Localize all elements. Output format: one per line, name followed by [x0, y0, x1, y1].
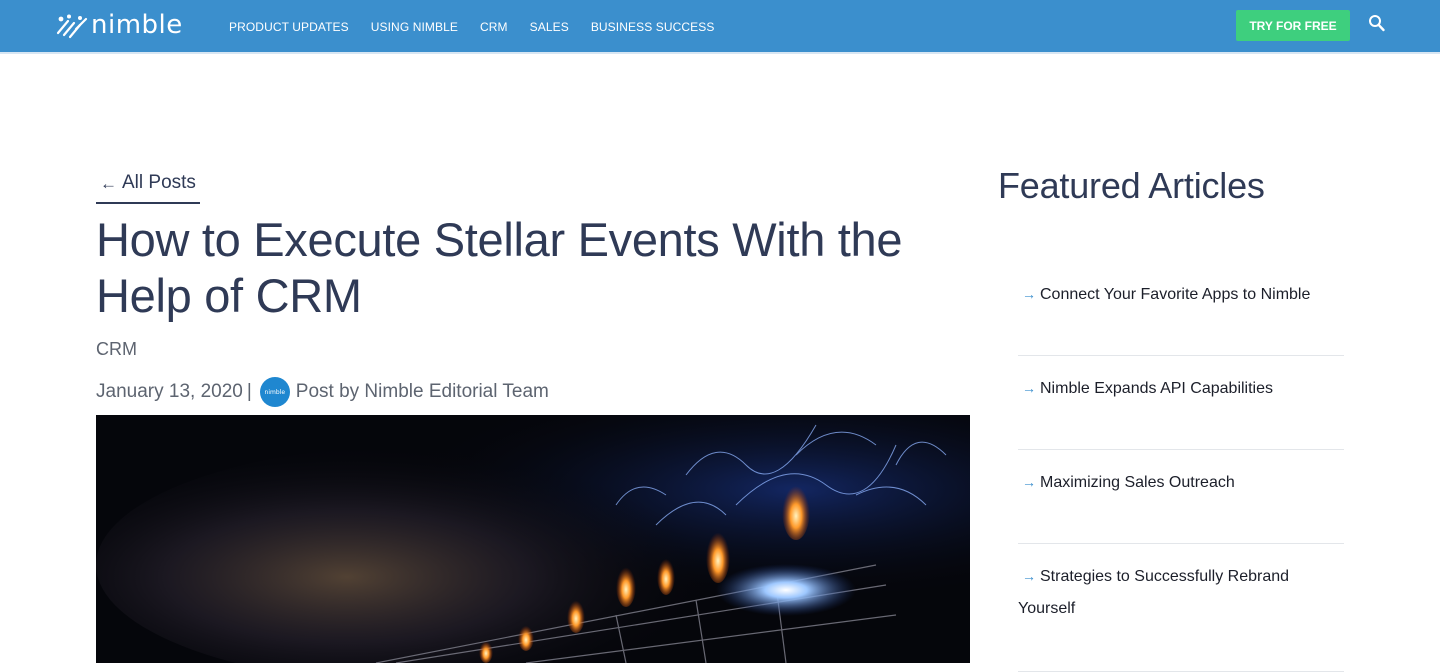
top-navigation-bar: nimble PRODUCT UPDATES USING NIMBLE CRM … — [0, 0, 1440, 54]
article-title: How to Execute Stellar Events With the H… — [96, 213, 903, 322]
featured-articles-list: → Connect Your Favorite Apps to Nimble → N… — [1018, 262, 1344, 672]
nav-product-updates[interactable]: PRODUCT UPDATES — [229, 20, 349, 34]
arrow-right-icon: → — [1022, 380, 1036, 396]
search-button[interactable] — [1368, 14, 1386, 34]
nav-business-success[interactable]: BUSINESS SUCCESS — [591, 20, 715, 34]
featured-article-link[interactable]: → Connect Your Favorite Apps to Nimble — [1018, 262, 1344, 356]
nimble-logo[interactable]: nimble — [55, 10, 183, 42]
main-nav: PRODUCT UPDATES USING NIMBLE CRM SALES B… — [229, 0, 736, 54]
nimble-logo-icon — [56, 14, 88, 39]
nav-crm[interactable]: CRM — [480, 20, 508, 34]
featured-article-title: Maximizing Sales Outreach — [1040, 474, 1235, 491]
search-icon — [1369, 15, 1385, 32]
arrow-right-icon: → — [1022, 568, 1036, 584]
arrow-right-icon: → — [1022, 474, 1036, 490]
arrow-right-icon: → — [1022, 286, 1036, 302]
featured-article-title: Strategies to Successfully Rebrand Yours… — [1018, 568, 1290, 617]
nav-using-nimble[interactable]: USING NIMBLE — [371, 20, 458, 34]
author-line: Post by Nimble Editorial Team — [295, 381, 549, 402]
arrow-left-icon: ← — [100, 174, 117, 193]
featured-article-title: Connect Your Favorite Apps to Nimble — [1040, 286, 1311, 303]
featured-article-link[interactable]: → Strategies to Successfully Rebrand Your… — [1018, 544, 1344, 672]
hero-image-art — [96, 415, 970, 663]
featured-article-title: Nimble Expands API Capabilities — [1040, 380, 1274, 397]
publish-date: January 13, 2020 — [96, 381, 243, 402]
meta-separator: | — [246, 381, 252, 402]
article-hero-image — [96, 415, 970, 663]
try-for-free-button[interactable]: TRY FOR FREE — [1236, 10, 1350, 41]
featured-articles-heading: Featured Articles — [998, 165, 1265, 206]
featured-article-link[interactable]: → Nimble Expands API Capabilities — [1018, 356, 1344, 450]
all-posts-label: All Posts — [122, 172, 196, 193]
article-meta: January 13, 2020 | nimble Post by Nimble… — [96, 376, 549, 408]
article-category-link[interactable]: CRM — [96, 339, 137, 360]
all-posts-link[interactable]: ← All Posts — [96, 172, 200, 204]
nav-sales[interactable]: SALES — [530, 20, 569, 34]
author-avatar: nimble — [259, 377, 290, 407]
featured-article-link[interactable]: → Maximizing Sales Outreach — [1018, 450, 1344, 544]
logo-wordmark: nimble — [91, 9, 183, 40]
